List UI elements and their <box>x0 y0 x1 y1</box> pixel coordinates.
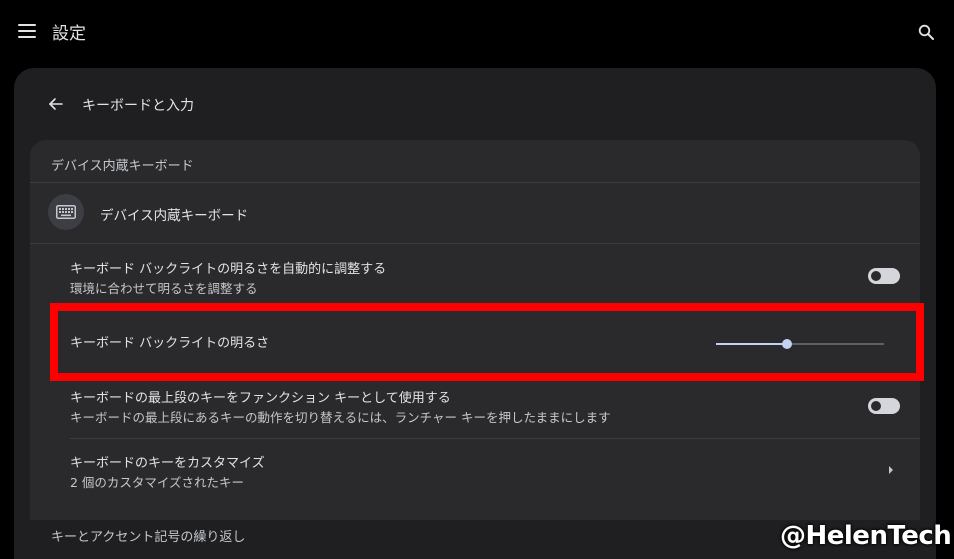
customize-keys-title[interactable]: キーボードのキーをカスタマイズ <box>70 452 265 471</box>
chevron-right-icon[interactable] <box>887 465 895 475</box>
function-keys-toggle[interactable] <box>868 398 900 414</box>
search-icon[interactable] <box>918 24 934 40</box>
auto-backlight-title: キーボード バックライトの明るさを自動的に調整する <box>70 262 387 277</box>
auto-backlight-subtitle: 環境に合わせて明るさを調整する <box>70 281 258 296</box>
function-keys-subtitle: キーボードの最上段にあるキーの動作を切り替えるには、ランチャー キーを押したまま… <box>70 410 611 425</box>
customize-keys-subtitle: 2 個のカスタマイズされたキー <box>70 475 245 490</box>
red-highlight-box <box>50 303 924 381</box>
section-heading-builtin-keyboard: デバイス内蔵キーボード <box>51 159 194 174</box>
function-keys-title: キーボードの最上段のキーをファンクション キーとして使用する <box>70 391 451 406</box>
back-arrow-icon[interactable] <box>48 96 64 112</box>
divider <box>70 438 920 439</box>
keyboard-icon <box>56 205 76 219</box>
app-title: 設定 <box>52 24 86 44</box>
top-bar: 設定 <box>0 0 954 64</box>
divider <box>30 182 920 183</box>
keyboard-badge <box>48 194 84 230</box>
menu-icon[interactable] <box>18 24 36 38</box>
device-keyboard-label: デバイス内蔵キーボード <box>100 208 249 224</box>
divider <box>30 243 920 244</box>
auto-backlight-toggle[interactable] <box>868 268 900 284</box>
section-heading-key-repeat: キーとアクセント記号の繰り返し <box>51 530 246 545</box>
watermark: @HelenTech <box>780 521 952 551</box>
page-title: キーボードと入力 <box>82 98 194 114</box>
